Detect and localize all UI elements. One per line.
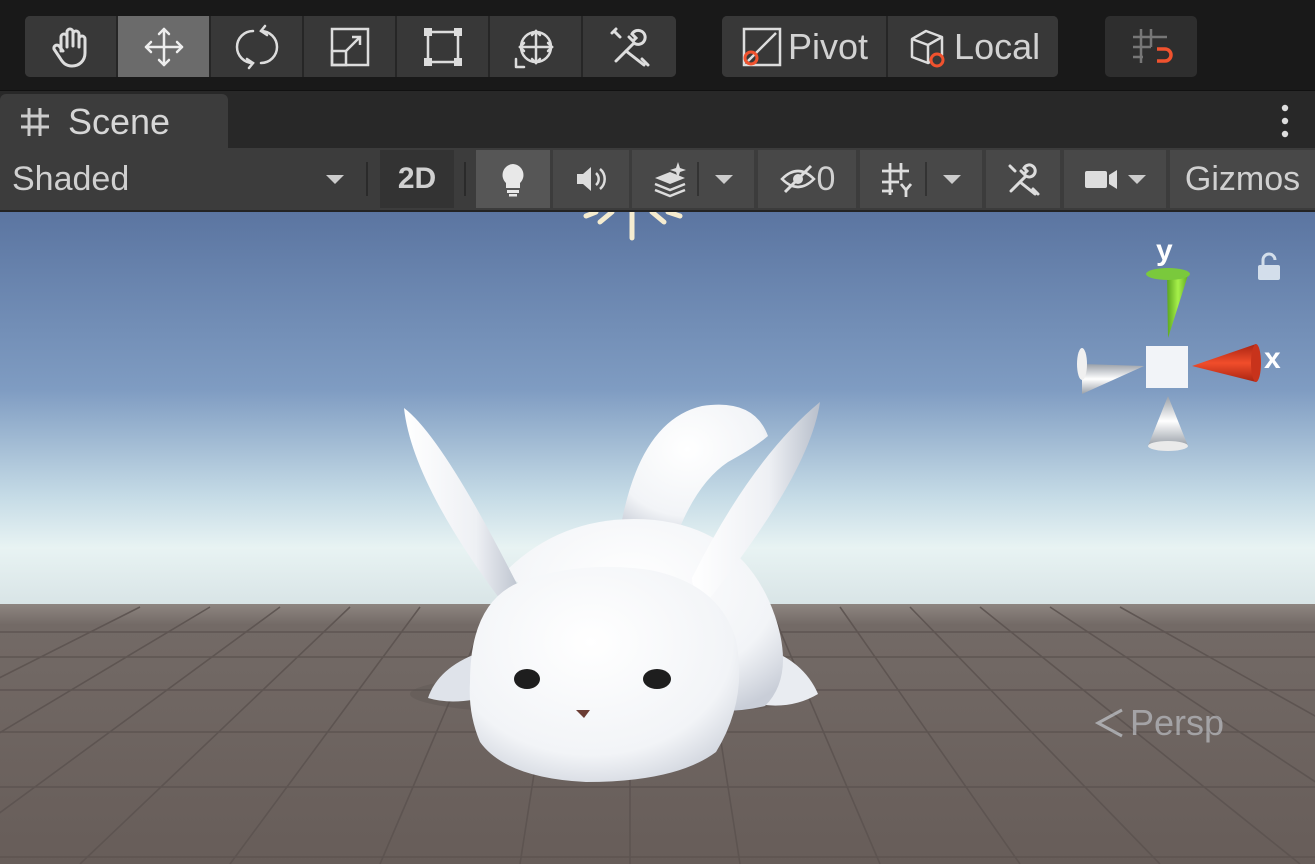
pivot-icon [742, 27, 782, 66]
wrench-screwdriver-icon [610, 27, 649, 66]
rect-transform-icon [423, 27, 462, 66]
grid-y-icon [882, 163, 913, 197]
scale-icon [330, 27, 369, 66]
2d-label: 2D [397, 162, 437, 195]
editor-tools-button[interactable] [986, 150, 1060, 208]
pivot-label: Pivot [788, 25, 869, 67]
tab-scene[interactable]: Scene [0, 94, 228, 150]
rotate-icon [235, 24, 278, 69]
rotate-tool-button[interactable] [211, 16, 304, 77]
camera-icon [1085, 170, 1117, 189]
audio-toggle-button[interactable] [553, 150, 629, 208]
light-bulb-icon [502, 164, 524, 197]
chevron-left-icon [1094, 708, 1123, 738]
scene-viewport[interactable]: y x Persp [0, 212, 1315, 864]
camera-dropdown[interactable] [1064, 150, 1166, 208]
scene-visibility-toggle[interactable]: 0 [758, 150, 856, 208]
gizmo-x-label: x [1264, 342, 1281, 375]
grid-dropdown[interactable] [860, 150, 982, 208]
move-tool-button[interactable] [118, 16, 211, 77]
local-toggle[interactable]: Local [888, 16, 1059, 77]
scene-grid-icon [21, 108, 49, 136]
chevron-down-icon [943, 175, 961, 184]
transform-tools-group [25, 16, 676, 77]
custom-tool-button[interactable] [583, 16, 676, 77]
chevron-down-icon [715, 175, 733, 184]
grid-snap-button[interactable] [1105, 16, 1197, 77]
transform-tool-button[interactable] [490, 16, 583, 77]
gizmo-y-label: y [1156, 234, 1173, 267]
lighting-toggle-button[interactable] [476, 150, 550, 208]
hidden-eye-icon [779, 164, 816, 194]
scene-view-toolbar: Shaded 2D 0 Gizmos [0, 148, 1315, 212]
speaker-icon [577, 167, 606, 191]
2d-toggle-button[interactable]: 2D [380, 150, 454, 208]
tab-scene-label: Scene [68, 101, 171, 142]
hand-tool-button[interactable] [25, 16, 118, 77]
pivot-toggle[interactable]: Pivot [722, 16, 889, 77]
transform-icon [514, 28, 554, 68]
layers-sparkle-icon [654, 162, 686, 198]
lock-icon[interactable] [1255, 252, 1283, 282]
toolbar-divider [464, 162, 466, 196]
window-tab-bar: Scene [0, 90, 1315, 150]
tools-toolbar: Pivot Local [0, 0, 1315, 90]
hand-icon [51, 27, 86, 67]
chevron-down-icon [326, 175, 344, 184]
gizmos-label: Gizmos [1184, 159, 1301, 198]
shading-mode-dropdown[interactable]: Shaded [0, 150, 358, 208]
rect-tool-button[interactable] [397, 16, 490, 77]
effects-dropdown[interactable] [632, 150, 754, 208]
projection-label: Persp [1130, 702, 1225, 743]
shading-mode-value: Shaded [12, 159, 130, 198]
scale-tool-button[interactable] [304, 16, 397, 77]
handle-mode-group: Pivot Local [722, 16, 1059, 77]
toolbar-divider [366, 162, 368, 196]
chevron-down-icon [1128, 175, 1146, 184]
projection-toggle[interactable]: Persp [1092, 702, 1224, 744]
wrench-screwdriver-icon [1008, 163, 1040, 196]
gizmos-button[interactable]: Gizmos [1170, 150, 1315, 208]
grid-snap-icon [1133, 28, 1173, 63]
snap-group [1105, 16, 1197, 77]
kebab-menu-icon[interactable] [1279, 103, 1291, 139]
hidden-count: 0 [816, 159, 836, 198]
local-cube-icon [910, 29, 945, 67]
local-label: Local [954, 25, 1041, 67]
move-icon [144, 27, 183, 66]
